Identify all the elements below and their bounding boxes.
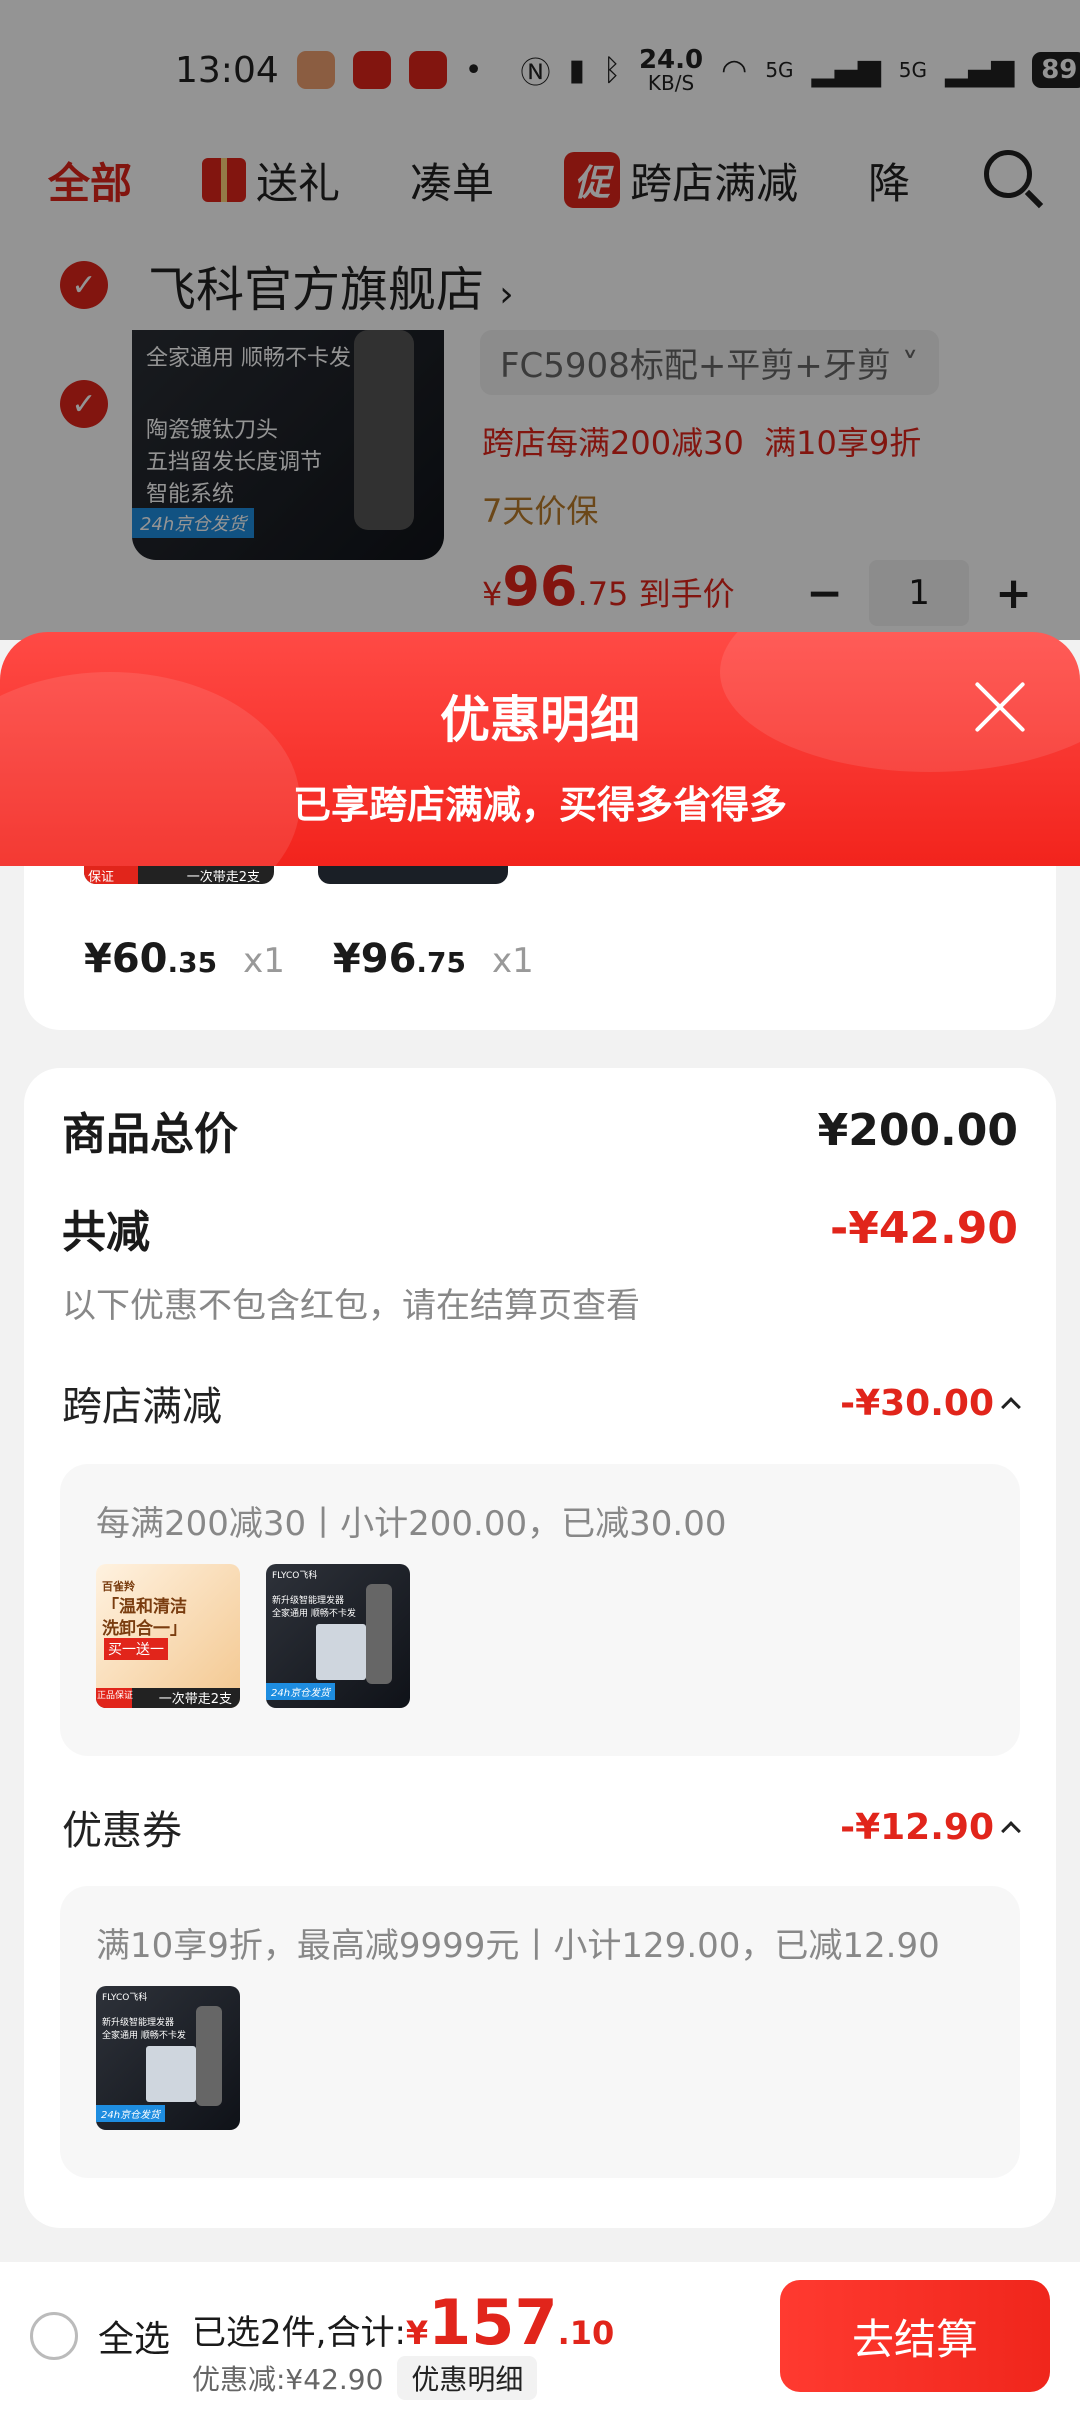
- total-label: 商品总价: [62, 1109, 238, 1160]
- package-icon: [146, 2046, 196, 2102]
- thumb-badge: 保证: [88, 870, 115, 885]
- caret-up-icon: [1001, 1821, 1021, 1841]
- item-price-2: ¥96.75: [332, 936, 467, 982]
- total-decimal: .10: [557, 2314, 615, 2352]
- modal-overlay[interactable]: [0, 0, 1080, 640]
- item-qty-2: x1: [492, 941, 534, 981]
- reduce-value: -¥42.90: [829, 1202, 1018, 1254]
- discount-sheet-body: 保证 一次带走2支 ¥60.35 x1 ¥96.75 x1 商品总价 ¥200.…: [0, 866, 1080, 2266]
- total-row: 商品总价 ¥200.00: [62, 1098, 1018, 1162]
- cross-store-value: -¥30.00: [840, 1383, 1021, 1424]
- checkout-button[interactable]: 去结算: [780, 2280, 1050, 2392]
- discount-sheet-header: 优惠明细 已享跨店满减，买得多省得多: [0, 632, 1080, 868]
- savings-info: 优惠减:¥42.90 优惠明细: [192, 2356, 538, 2400]
- item-thumbnails: 保证 一次带走2支: [84, 866, 508, 885]
- select-all-label: 全选: [98, 2319, 171, 2360]
- thumb-text: 百雀羚 「温和清洁 洗卸合一」: [102, 1580, 187, 1640]
- thumb-text: FLYCO飞科 新升级智能理发器 全家通用 顺畅不卡发: [102, 1993, 186, 2041]
- total-integer: 157: [428, 2286, 558, 2359]
- caret-up-icon: [1001, 1397, 1021, 1417]
- coupon-detail-text: 满10享9折，最高减9999元丨小计129.00，已减12.90: [96, 1926, 940, 1966]
- shipping-tag: 24h京仓发货: [96, 2105, 166, 2122]
- currency-symbol: ¥: [405, 2314, 429, 2352]
- item-thumbnail-2[interactable]: [318, 866, 508, 884]
- thumb-text: FLYCO飞科 新升级智能理发器 全家通用 顺畅不卡发: [272, 1571, 356, 1619]
- items-card: 保证 一次带走2支 ¥60.35 x1 ¥96.75 x1: [24, 866, 1056, 1030]
- item-price-1: ¥60.35: [84, 936, 218, 982]
- select-all-checkbox[interactable]: [30, 2312, 78, 2360]
- savings-text: 优惠减:¥42.90: [192, 2363, 384, 2396]
- total-value: ¥200.00: [817, 1104, 1018, 1156]
- close-icon[interactable]: [970, 677, 1030, 737]
- discount-detail-button[interactable]: 优惠明细: [397, 2356, 538, 2400]
- clipper-thumbnail[interactable]: FLYCO飞科 新升级智能理发器 全家通用 顺畅不卡发 24h京仓发货: [266, 1564, 410, 1708]
- selected-count: 已选2件,合计:: [192, 2313, 406, 2353]
- sheet-title: 优惠明细: [440, 691, 640, 749]
- item-qty-1: x1: [243, 941, 285, 981]
- clipper-device-icon: [196, 2006, 222, 2106]
- thumb-footer: 正品保证 一次带走2支: [96, 1688, 240, 1708]
- clipper-device-icon: [366, 1584, 392, 1684]
- cross-store-detail-text: 每满200减30丨小计200.00，已减30.00: [96, 1504, 727, 1544]
- coupon-row[interactable]: 优惠券 -¥12.90: [62, 1798, 1021, 1856]
- thumb-badge: 买一送一: [104, 1638, 168, 1660]
- package-icon: [316, 1624, 366, 1680]
- coupon-detail: 满10享9折，最高减9999元丨小计129.00，已减12.90 FLYCO飞科…: [60, 1886, 1020, 2178]
- order-summary: 已选2件,合计: ¥ 157 .10: [192, 2286, 614, 2359]
- item-thumbnail-1[interactable]: 保证 一次带走2支: [84, 866, 274, 885]
- discount-breakdown-card: 商品总价 ¥200.00 共减 -¥42.90 以下优惠不包含红包，请在结算页查…: [24, 1068, 1056, 2228]
- reduce-label: 共减: [62, 1207, 150, 1258]
- select-all[interactable]: 全选: [30, 2310, 170, 2362]
- sheet-subtitle: 已享跨店满减，买得多省得多: [292, 783, 787, 827]
- cross-store-detail: 每满200减30丨小计200.00，已减30.00 百雀羚 「温和清洁 洗卸合一」 …: [60, 1464, 1020, 1756]
- coupon-label: 优惠券: [62, 1808, 182, 1854]
- reduce-row: 共减 -¥42.90: [62, 1196, 1018, 1260]
- cross-store-label: 跨店满减: [62, 1384, 222, 1430]
- coupon-value: -¥12.90: [840, 1807, 1021, 1848]
- thumb-caption: 一次带走2支: [186, 870, 260, 885]
- item-prices: ¥60.35 x1 ¥96.75 x1: [84, 936, 556, 982]
- cleanser-thumbnail[interactable]: 百雀羚 「温和清洁 洗卸合一」 买一送一 正品保证 一次带走2支: [96, 1564, 240, 1708]
- checkout-bar: 全选 已选2件,合计: ¥ 157 .10 优惠减:¥42.90 优惠明细 去结…: [0, 2262, 1080, 2412]
- shipping-tag: 24h京仓发货: [266, 1683, 336, 1700]
- cross-store-row[interactable]: 跨店满减 -¥30.00: [62, 1374, 1021, 1432]
- reduce-note: 以下优惠不包含红包，请在结算页查看: [62, 1286, 640, 1326]
- clipper-thumbnail[interactable]: FLYCO飞科 新升级智能理发器 全家通用 顺畅不卡发 24h京仓发货: [96, 1986, 240, 2130]
